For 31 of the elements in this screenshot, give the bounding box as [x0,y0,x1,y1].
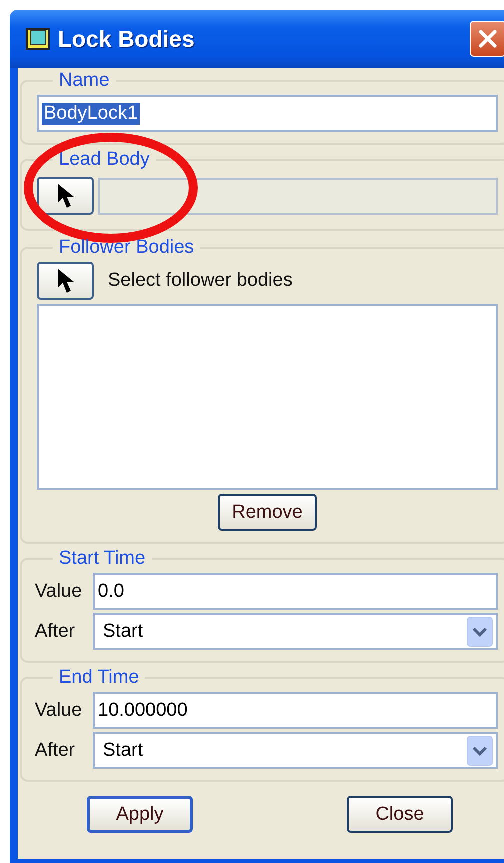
group-label: Name [58,70,111,92]
cursor-arrow-icon [56,183,74,209]
after-label: After [35,620,76,642]
select-prompt: Select follower bodies [108,270,293,292]
name-field[interactable]: BodyLock1 [37,95,498,132]
cursor-arrow-icon [56,268,74,294]
field-value: 0.0 [97,580,126,602]
close-icon [478,29,498,49]
window-title: Lock Bodies [58,26,196,52]
after-label: After [35,740,76,762]
group-label: Start Time [58,548,147,570]
after-dropdown[interactable]: Start [93,732,498,769]
window-icon [26,28,50,50]
group-label: End Time [58,667,140,689]
after-dropdown[interactable]: Start [93,613,498,650]
value-field[interactable]: 10.000000 [93,692,498,729]
apply-button[interactable]: Apply [87,796,193,833]
dropdown-value: Start [102,620,144,642]
remove-button[interactable]: Remove [218,494,317,531]
close-dialog-button[interactable]: Close [347,796,453,833]
dropdown-value: Start [102,740,144,762]
field-value: BodyLock1 [42,102,140,124]
value-label: Value [35,580,84,602]
value-field[interactable]: 0.0 [93,573,498,610]
group-label: Lead Body [58,149,151,171]
close-button[interactable] [470,21,504,57]
value-label: Value [35,700,84,722]
pick-button[interactable] [37,262,94,300]
pick-button[interactable] [37,177,94,215]
group-label: Follower Bodies [58,237,196,259]
field-value: 10.000000 [97,700,189,722]
